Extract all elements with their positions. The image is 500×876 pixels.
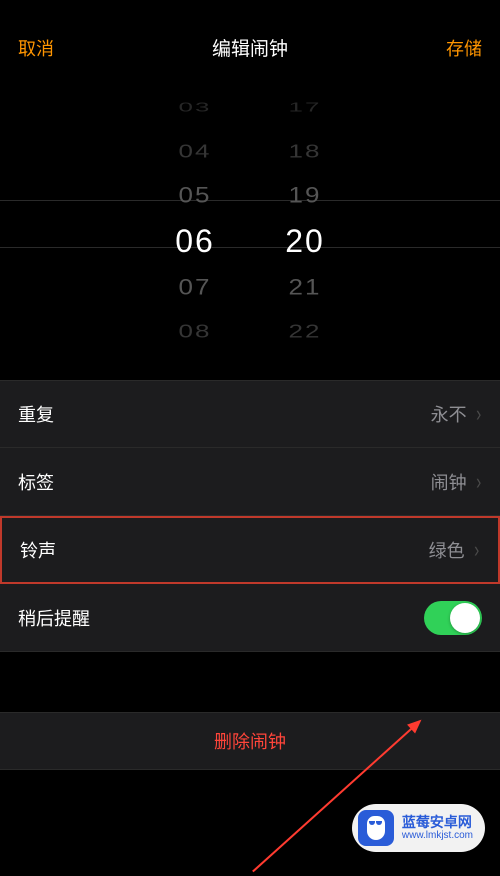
picker-item: 17 (250, 96, 360, 118)
cancel-button[interactable]: 取消 (18, 35, 54, 61)
row-value: 绿色 (429, 537, 465, 563)
picker-item: 07 (140, 268, 250, 305)
picker-item: 05 (140, 176, 250, 213)
watermark-title: 蓝莓安卓网 (402, 815, 473, 830)
chevron-right-icon: › (476, 401, 481, 427)
picker-item: 23 (250, 364, 360, 365)
settings-list: 重复 永不 › 标签 闹钟 › 铃声 绿色 › 稍后提醒 (0, 380, 500, 652)
delete-label: 删除闹钟 (214, 728, 286, 754)
row-label: 重复 (18, 401, 54, 427)
minute-column[interactable]: 17 18 19 20 21 22 23 (250, 85, 360, 365)
picker-item: 22 (250, 316, 360, 347)
sound-row[interactable]: 铃声 绿色 › (0, 516, 500, 584)
page-title: 编辑闹钟 (212, 34, 288, 61)
picker-item-selected: 20 (250, 217, 360, 265)
chevron-right-icon: › (474, 537, 479, 563)
picker-item: 03 (140, 96, 250, 118)
watermark: 蓝莓安卓网 www.lmkjst.com (352, 804, 485, 852)
picker-item: 08 (140, 316, 250, 347)
picker-item: 21 (250, 268, 360, 305)
row-label: 铃声 (20, 537, 56, 563)
snooze-toggle[interactable] (424, 601, 482, 635)
row-label: 标签 (18, 469, 54, 495)
save-button[interactable]: 存储 (446, 35, 482, 61)
watermark-logo-icon (358, 810, 394, 846)
snooze-row: 稍后提醒 (0, 584, 500, 652)
row-value: 永不 (431, 401, 467, 427)
row-label: 稍后提醒 (18, 605, 90, 631)
row-value: 闹钟 (431, 469, 467, 495)
toggle-knob (450, 603, 480, 633)
time-picker[interactable]: 03 04 05 06 07 08 09 17 18 19 20 21 22 2… (0, 85, 500, 365)
delete-section: 删除闹钟 (0, 712, 500, 770)
chevron-right-icon: › (476, 469, 481, 495)
repeat-row[interactable]: 重复 永不 › (0, 380, 500, 448)
label-row[interactable]: 标签 闹钟 › (0, 448, 500, 516)
picker-item: 09 (140, 364, 250, 365)
picker-item: 18 (250, 136, 360, 167)
picker-item-selected: 06 (140, 217, 250, 265)
watermark-url: www.lmkjst.com (402, 830, 473, 841)
picker-item: 04 (140, 136, 250, 167)
delete-alarm-button[interactable]: 删除闹钟 (0, 712, 500, 770)
header: 取消 编辑闹钟 存储 (0, 0, 500, 75)
picker-item: 19 (250, 176, 360, 213)
hour-column[interactable]: 03 04 05 06 07 08 09 (140, 85, 250, 365)
